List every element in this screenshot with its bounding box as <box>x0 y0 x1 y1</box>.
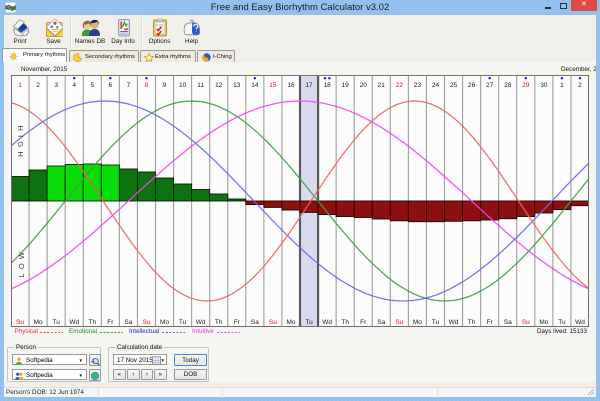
svg-text:Th: Th <box>215 319 223 326</box>
svg-text:Sa: Sa <box>377 319 385 326</box>
svg-text:Mo: Mo <box>286 319 295 326</box>
svg-text:Mo: Mo <box>34 319 43 326</box>
svg-text:Tu: Tu <box>432 319 440 326</box>
svg-text:Wd: Wd <box>322 319 332 326</box>
svg-text:2: 2 <box>36 82 40 89</box>
svg-text:Wd: Wd <box>575 319 585 326</box>
svg-text:17: 17 <box>305 82 313 89</box>
svg-text:Tu: Tu <box>558 319 566 326</box>
svg-text:Tu: Tu <box>52 319 60 326</box>
svg-text:15: 15 <box>269 82 277 89</box>
svg-text:LOW: LOW <box>17 247 26 277</box>
svg-text:Sa: Sa <box>504 319 512 326</box>
svg-text:4: 4 <box>72 82 76 89</box>
svg-text:Th: Th <box>341 319 349 326</box>
svg-text:19: 19 <box>342 82 350 89</box>
svg-text:Wd: Wd <box>449 319 459 326</box>
svg-text:Fr: Fr <box>234 319 241 326</box>
svg-text:21: 21 <box>378 82 386 89</box>
svg-text:8: 8 <box>145 82 149 89</box>
svg-text:24: 24 <box>432 82 440 89</box>
svg-text:Su: Su <box>16 319 24 326</box>
svg-text:Fr: Fr <box>487 319 494 326</box>
svg-text:Mo: Mo <box>160 319 169 326</box>
svg-text:Th: Th <box>88 319 96 326</box>
svg-text:HIGH: HIGH <box>16 125 25 161</box>
svg-text:18: 18 <box>323 82 331 89</box>
svg-text:Wd: Wd <box>69 319 79 326</box>
svg-text:13: 13 <box>233 82 241 89</box>
svg-text:25: 25 <box>450 82 458 89</box>
svg-text:27: 27 <box>486 82 494 89</box>
svg-text:14: 14 <box>251 82 259 89</box>
svg-text:2: 2 <box>578 82 582 89</box>
svg-text:5: 5 <box>90 82 94 89</box>
svg-text:12: 12 <box>215 82 223 89</box>
svg-text:1: 1 <box>560 82 564 89</box>
svg-text:6: 6 <box>109 82 113 89</box>
svg-text:1: 1 <box>18 82 22 89</box>
svg-text:Su: Su <box>522 319 530 326</box>
svg-text:Tu: Tu <box>179 319 187 326</box>
svg-text:3: 3 <box>54 82 58 89</box>
svg-text:Mo: Mo <box>413 319 422 326</box>
svg-text:Fr: Fr <box>107 319 114 326</box>
svg-text:23: 23 <box>414 82 422 89</box>
svg-text:30: 30 <box>540 82 548 89</box>
svg-text:Su: Su <box>142 319 150 326</box>
svg-text:Su: Su <box>269 319 277 326</box>
svg-text:26: 26 <box>468 82 476 89</box>
svg-text:Sa: Sa <box>251 319 259 326</box>
svg-text:Tu: Tu <box>305 319 313 326</box>
svg-text:28: 28 <box>504 82 512 89</box>
svg-text:Mo: Mo <box>539 319 548 326</box>
svg-text:29: 29 <box>522 82 530 89</box>
svg-text:22: 22 <box>396 82 404 89</box>
svg-text:Su: Su <box>395 319 403 326</box>
svg-text:Fr: Fr <box>360 319 367 326</box>
svg-text:Wd: Wd <box>196 319 206 326</box>
svg-text:Sa: Sa <box>124 319 132 326</box>
svg-text:10: 10 <box>179 82 187 89</box>
svg-text:16: 16 <box>287 82 295 89</box>
svg-text:20: 20 <box>360 82 368 89</box>
svg-text:11: 11 <box>197 82 204 89</box>
svg-text:Th: Th <box>468 319 476 326</box>
svg-text:7: 7 <box>127 82 131 89</box>
svg-text:9: 9 <box>163 82 167 89</box>
